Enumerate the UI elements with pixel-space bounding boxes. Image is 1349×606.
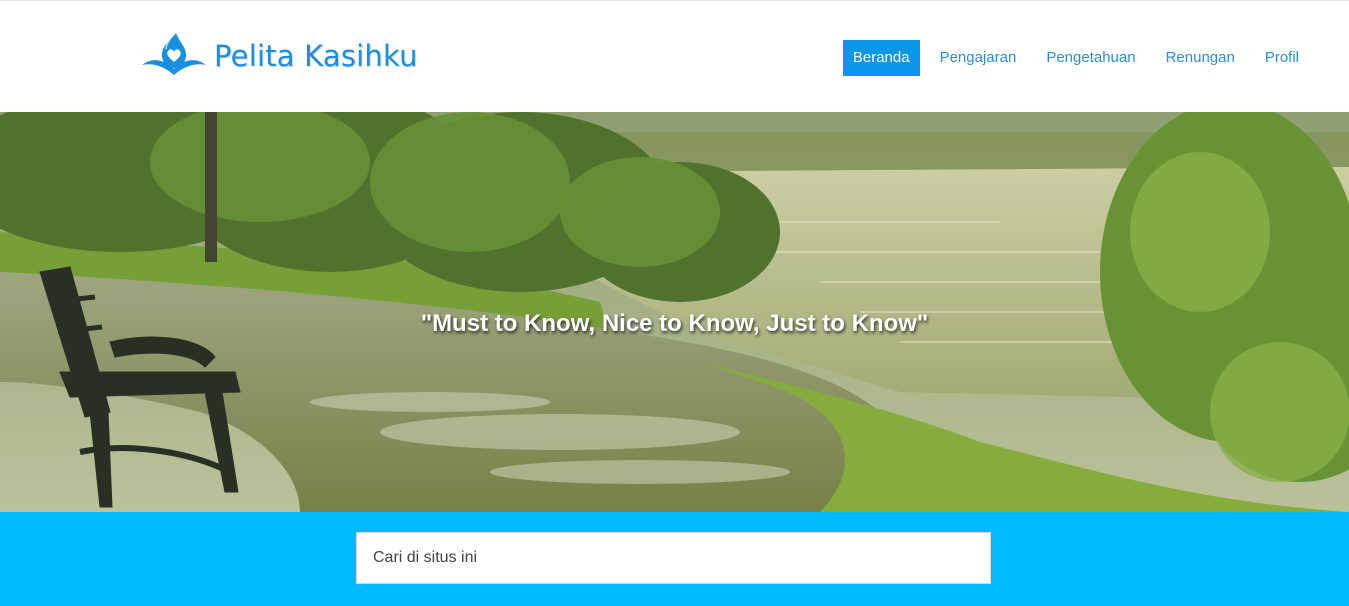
- search-band: [0, 512, 1349, 606]
- lamp-heart-logo-icon: [142, 33, 206, 75]
- nav-item-pengetahuan[interactable]: Pengetahuan: [1036, 40, 1145, 76]
- page: Pelita Kasihku Beranda Pengajaran Penget…: [0, 0, 1349, 606]
- nav-item-pengajaran[interactable]: Pengajaran: [930, 40, 1027, 76]
- search-input[interactable]: [356, 532, 991, 584]
- nav-item-beranda[interactable]: Beranda: [842, 40, 920, 76]
- site-header: Pelita Kasihku Beranda Pengajaran Penget…: [0, 0, 1349, 112]
- nav-item-renungan[interactable]: Renungan: [1156, 40, 1245, 76]
- nav-item-profil[interactable]: Profil: [1255, 40, 1309, 76]
- hero-banner: "Must to Know, Nice to Know, Just to Kno…: [0, 112, 1349, 512]
- main-nav: Beranda Pengajaran Pengetahuan Renungan …: [833, 40, 1309, 76]
- site-logo-link[interactable]: Pelita Kasihku: [140, 31, 418, 81]
- hero-tagline: "Must to Know, Nice to Know, Just to Kno…: [420, 310, 929, 337]
- site-logo-text: Pelita Kasihku: [214, 39, 418, 73]
